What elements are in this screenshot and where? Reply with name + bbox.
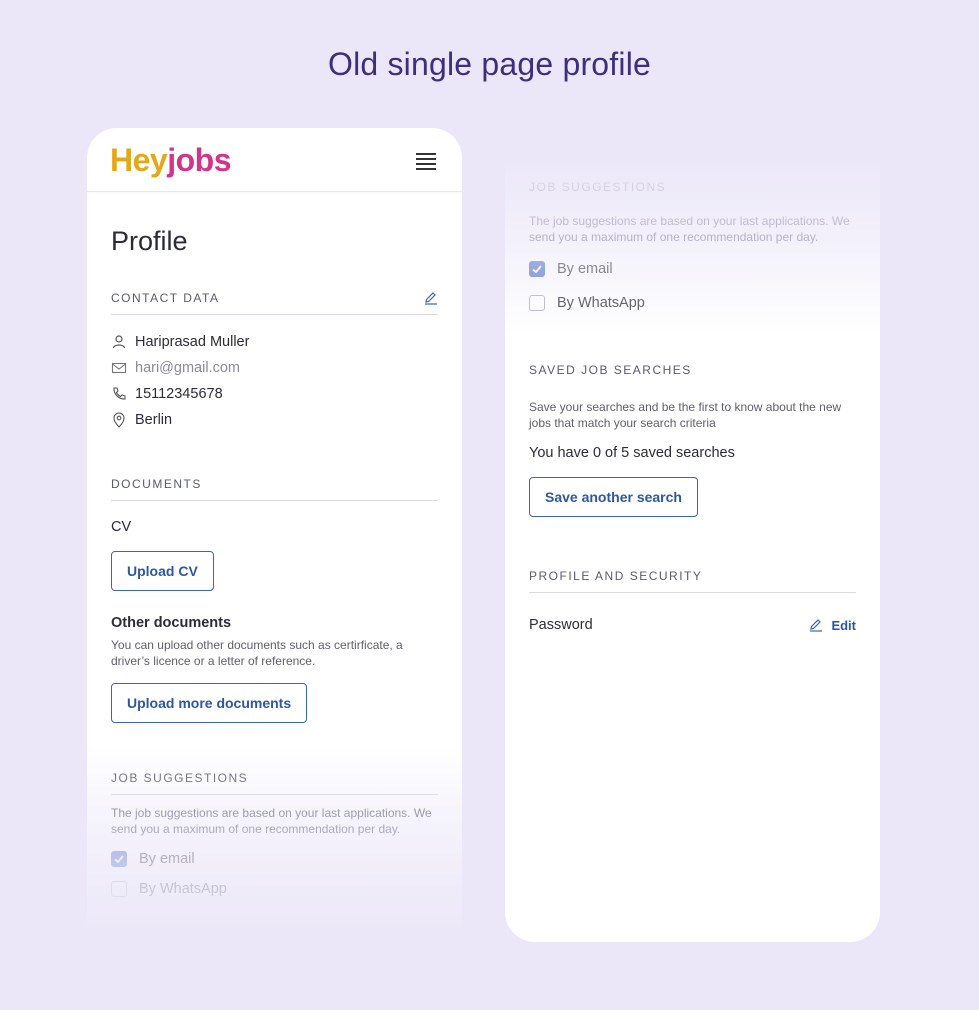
section-label: JOB SUGGESTIONS [529, 180, 667, 194]
contact-email-row: hari@gmail.com [111, 355, 438, 381]
contact-name-row: Hariprasad Muller [111, 329, 438, 355]
checkmark-icon [114, 855, 124, 864]
by-email-checkbox[interactable] [111, 851, 127, 867]
section-label: PROFILE AND SECURITY [529, 569, 703, 583]
upload-cv-button[interactable]: Upload CV [111, 551, 214, 591]
person-icon [111, 334, 127, 350]
by-whatsapp-checkbox[interactable] [529, 295, 545, 311]
by-email-option[interactable]: By email [111, 851, 438, 867]
password-row: Password Edit [529, 617, 856, 633]
contact-name: Hariprasad Muller [135, 334, 250, 350]
profile-content-continued: JOB SUGGESTIONS The job suggestions are … [505, 180, 880, 633]
contact-list: Hariprasad Muller hari@gmail.com 1511234… [111, 329, 438, 433]
heyjobs-logo[interactable]: Heyjobs [110, 142, 231, 179]
contact-phone: 15112345678 [135, 386, 223, 402]
saved-searches-description: Save your searches and be the first to k… [529, 400, 842, 430]
profile-content: Profile CONTACT DATA Hariprasad Muller h… [87, 226, 462, 897]
by-whatsapp-label: By WhatsApp [557, 295, 645, 311]
by-email-label: By email [557, 261, 613, 277]
left-phone-screen: Heyjobs Profile CONTACT DATA Hariprasad … [87, 128, 462, 928]
edit-pencil-icon[interactable] [424, 291, 438, 305]
contact-city: Berlin [135, 412, 173, 428]
by-whatsapp-label: By WhatsApp [139, 881, 227, 897]
section-label: SAVED JOB SEARCHES [529, 363, 692, 377]
logo-part-hey: Hey [110, 142, 168, 178]
edit-label: Edit [831, 617, 856, 633]
section-label: CONTACT DATA [111, 291, 220, 305]
profile-security-header: PROFILE AND SECURITY [529, 569, 856, 593]
by-email-checkbox[interactable] [529, 261, 545, 277]
job-suggestions-header: JOB SUGGESTIONS [111, 771, 438, 795]
location-pin-icon [111, 412, 127, 428]
job-suggestions-header: JOB SUGGESTIONS [529, 180, 856, 194]
phone-icon [111, 386, 127, 402]
save-another-search-button[interactable]: Save another search [529, 477, 698, 517]
cv-label: CV [111, 519, 132, 535]
app-bar: Heyjobs [87, 128, 462, 192]
checkmark-icon [532, 265, 542, 274]
by-email-option[interactable]: By email [529, 261, 856, 277]
section-label: JOB SUGGESTIONS [111, 771, 249, 785]
upload-more-documents-button[interactable]: Upload more documents [111, 683, 308, 723]
contact-city-row: Berlin [111, 407, 438, 433]
edit-pencil-icon [809, 618, 823, 632]
logo-part-jobs: jobs [167, 142, 231, 178]
job-suggestions-description: The job suggestions are based on your la… [111, 806, 432, 836]
hamburger-menu-icon[interactable] [416, 153, 436, 170]
by-email-label: By email [139, 851, 195, 867]
contact-data-header: CONTACT DATA [111, 291, 438, 315]
page-heading: Old single page profile [327, 46, 652, 82]
documents-header: DOCUMENTS [111, 477, 438, 501]
job-suggestions-description: The job suggestions are based on your la… [529, 214, 850, 244]
password-label: Password [529, 617, 593, 633]
mail-icon [111, 360, 127, 376]
page-title: Profile [111, 226, 188, 256]
by-whatsapp-option[interactable]: By WhatsApp [111, 881, 438, 897]
section-label: DOCUMENTS [111, 477, 202, 491]
other-documents-description: You can upload other documents such as c… [111, 638, 403, 668]
by-whatsapp-option[interactable]: By WhatsApp [529, 295, 856, 311]
saved-searches-count: You have 0 of 5 saved searches [529, 445, 735, 461]
contact-phone-row: 15112345678 [111, 381, 438, 407]
other-documents-label: Other documents [111, 615, 232, 631]
edit-password-link[interactable]: Edit [809, 618, 856, 633]
contact-email: hari@gmail.com [135, 360, 240, 376]
right-phone-screen: JOB SUGGESTIONS The job suggestions are … [505, 164, 880, 942]
saved-job-searches-header: SAVED JOB SEARCHES [529, 363, 856, 377]
by-whatsapp-checkbox[interactable] [111, 881, 127, 897]
